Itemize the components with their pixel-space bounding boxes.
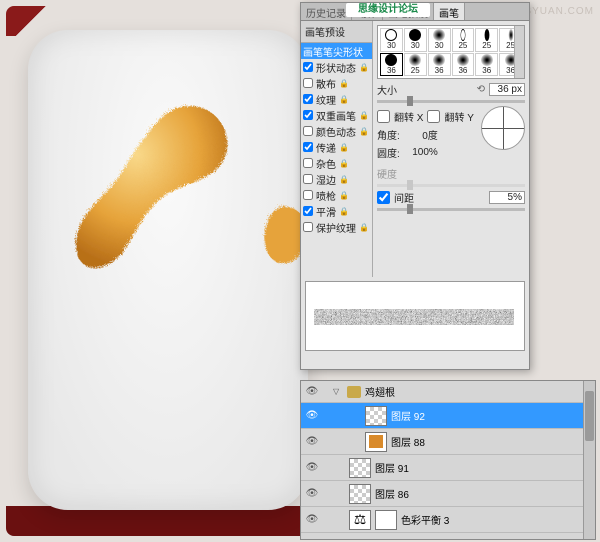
folder-icon xyxy=(347,386,361,398)
brush-tip[interactable]: 30 xyxy=(380,28,403,52)
layer-row[interactable]: 👁 图层 91 xyxy=(301,455,595,481)
brush-panel: 历史记录 动作 画笔预设 画笔 画笔预设 画笔笔尖形状 形状动态🔒 散布🔒 纹理… xyxy=(300,2,530,370)
chicken-drumstick-1 xyxy=(70,90,240,290)
layer-name[interactable]: 色彩平衡 3 xyxy=(401,512,449,527)
layer-row-adjustment[interactable]: 👁 ⚖ 色彩平衡 3 xyxy=(301,507,595,533)
flip-y-checkbox[interactable] xyxy=(427,110,440,123)
scrollbar-handle[interactable] xyxy=(585,391,594,441)
visibility-icon[interactable]: 👁 xyxy=(305,410,319,421)
lock-icon: 🔒 xyxy=(339,95,347,104)
reset-icon[interactable]: ⟲ xyxy=(477,84,485,95)
brush-tip[interactable]: 25 xyxy=(404,53,427,77)
size-value[interactable]: 36 px xyxy=(489,83,525,96)
brush-stroke-preview xyxy=(305,281,525,351)
brush-tip[interactable]: 30 xyxy=(428,28,451,52)
layer-name[interactable]: 图层 92 xyxy=(391,408,425,423)
lock-icon: 🔒 xyxy=(339,143,347,152)
hardness-label: 硬度 xyxy=(377,166,397,181)
group-name[interactable]: 鸡翅根 xyxy=(365,384,395,399)
visibility-icon[interactable]: 👁 xyxy=(305,514,319,525)
tab-history[interactable]: 历史记录 xyxy=(301,3,352,20)
lock-icon: 🔒 xyxy=(339,207,347,216)
lock-icon: 🔒 xyxy=(359,127,367,136)
lock-icon: 🔒 xyxy=(359,111,367,120)
option-brush-tip-shape[interactable]: 画笔笔尖形状 xyxy=(301,43,372,59)
option-transfer[interactable]: 传递🔒 xyxy=(301,139,372,155)
layers-panel: 👁 ▽ 鸡翅根 👁 图层 92 👁 图层 88 👁 图层 91 👁 图层 86 … xyxy=(300,380,596,540)
brush-tip[interactable]: 25 xyxy=(475,28,498,52)
option-airbrush[interactable]: 喷枪🔒 xyxy=(301,187,372,203)
frame-bottom xyxy=(6,506,306,536)
layer-row-selected[interactable]: 👁 图层 92 xyxy=(301,403,595,429)
spacing-label: 间距 xyxy=(394,190,414,205)
lock-icon: 🔒 xyxy=(339,191,347,200)
brush-grid-scrollbar[interactable] xyxy=(514,26,524,78)
lock-icon: 🔒 xyxy=(359,63,367,72)
brush-tip[interactable]: 25 xyxy=(452,28,475,52)
layer-group-row[interactable]: 👁 ▽ 鸡翅根 xyxy=(301,381,595,403)
lock-icon: 🔒 xyxy=(339,159,347,168)
layer-thumbnail[interactable] xyxy=(365,406,387,426)
hardness-slider xyxy=(377,184,525,187)
lock-icon: 🔒 xyxy=(339,79,347,88)
layer-name[interactable]: 图层 86 xyxy=(375,486,409,501)
visibility-icon[interactable]: 👁 xyxy=(305,462,319,473)
option-shape-dynamics[interactable]: 形状动态🔒 xyxy=(301,59,372,75)
spacing-checkbox[interactable] xyxy=(377,191,390,204)
angle-label: 角度: xyxy=(377,127,400,142)
logo-badge: 思缘设计论坛 xyxy=(346,3,430,17)
layer-row[interactable]: 👁 图层 88 xyxy=(301,429,595,455)
option-dual-brush[interactable]: 双重画笔🔒 xyxy=(301,107,372,123)
option-protect-texture[interactable]: 保护纹理🔒 xyxy=(301,219,372,235)
frame-corner-tl xyxy=(6,6,56,36)
option-smoothing[interactable]: 平滑🔒 xyxy=(301,203,372,219)
brush-presets-header[interactable]: 画笔预设 xyxy=(301,21,372,43)
layer-row[interactable]: 👁 图层 86 xyxy=(301,481,595,507)
spacing-value[interactable]: 5% xyxy=(489,191,525,204)
visibility-icon[interactable]: 👁 xyxy=(305,488,319,499)
visibility-icon[interactable]: 👁 xyxy=(305,436,319,447)
layer-mask-thumbnail[interactable] xyxy=(375,510,397,530)
layer-thumbnail[interactable] xyxy=(349,458,371,478)
option-wet-edges[interactable]: 湿边🔒 xyxy=(301,171,372,187)
brush-tip[interactable]: 36 xyxy=(428,53,451,77)
option-texture[interactable]: 纹理🔒 xyxy=(301,91,372,107)
option-scatter[interactable]: 散布🔒 xyxy=(301,75,372,91)
angle-value[interactable]: 0度 xyxy=(404,127,440,142)
lock-icon: 🔒 xyxy=(339,175,347,184)
brush-tip-grid[interactable]: 30 30 30 25 25 25 36 25 36 36 36 36 xyxy=(377,25,525,79)
roundness-value[interactable]: 100% xyxy=(404,147,440,158)
angle-control[interactable] xyxy=(481,106,525,150)
layer-thumbnail[interactable] xyxy=(349,484,371,504)
layers-scrollbar[interactable] xyxy=(583,381,595,539)
lock-icon: 🔒 xyxy=(359,223,367,232)
tab-brush[interactable]: 画笔 xyxy=(434,3,465,20)
brush-settings-column: 30 30 30 25 25 25 36 25 36 36 36 36 大小 ⟲… xyxy=(373,21,529,277)
brush-tip-selected[interactable]: 36 xyxy=(380,53,403,77)
option-noise[interactable]: 杂色🔒 xyxy=(301,155,372,171)
brush-tip[interactable]: 36 xyxy=(475,53,498,77)
spacing-slider[interactable] xyxy=(377,208,525,211)
size-label: 大小 xyxy=(377,82,407,97)
size-row: 大小 ⟲ 36 px xyxy=(377,82,525,97)
size-slider[interactable] xyxy=(377,100,525,103)
layer-name[interactable]: 图层 88 xyxy=(391,434,425,449)
visibility-icon[interactable]: 👁 xyxy=(305,386,319,397)
brush-options-column: 画笔预设 画笔笔尖形状 形状动态🔒 散布🔒 纹理🔒 双重画笔🔒 颜色动态🔒 传递… xyxy=(301,21,373,277)
chevron-down-icon[interactable]: ▽ xyxy=(333,387,343,396)
roundness-label: 圆度: xyxy=(377,145,400,160)
option-color-dynamics[interactable]: 颜色动态🔒 xyxy=(301,123,372,139)
layer-name[interactable]: 图层 91 xyxy=(375,460,409,475)
flip-x-checkbox[interactable] xyxy=(377,110,390,123)
brush-tip[interactable]: 36 xyxy=(452,53,475,77)
color-balance-icon[interactable]: ⚖ xyxy=(349,510,371,530)
flip-row: 翻转 X 翻转 Y xyxy=(377,109,475,124)
brush-tip[interactable]: 30 xyxy=(404,28,427,52)
layer-thumbnail[interactable] xyxy=(365,432,387,452)
